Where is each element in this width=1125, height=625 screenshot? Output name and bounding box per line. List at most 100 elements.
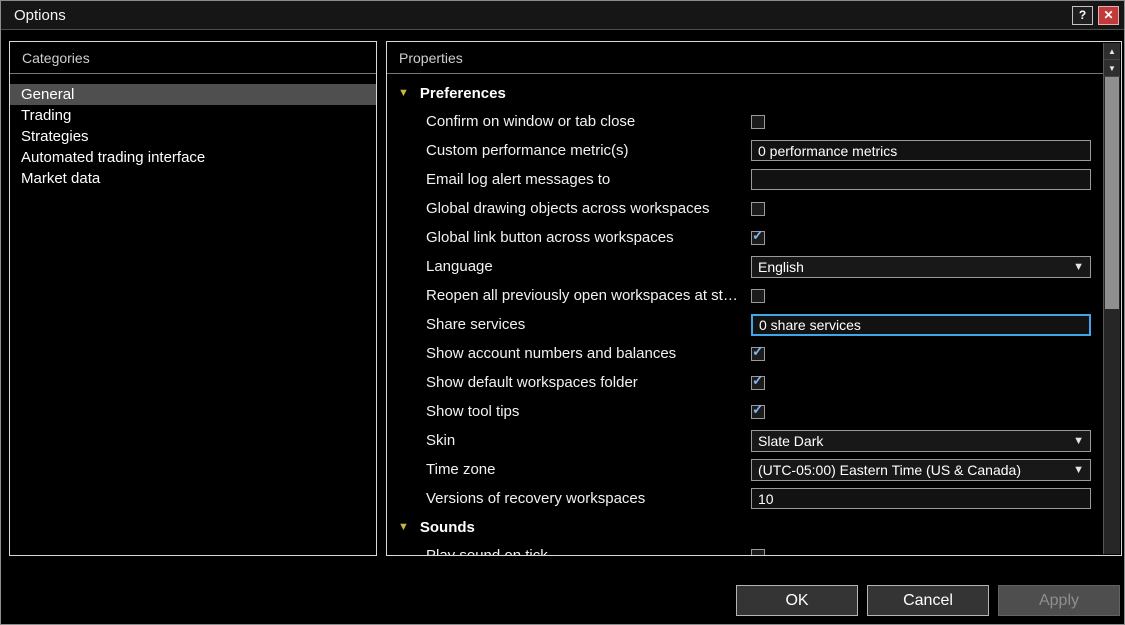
help-button[interactable]: ? <box>1072 5 1093 25</box>
check-icon: ✓ <box>752 400 764 417</box>
section-collapse-icon[interactable]: ▼ <box>398 87 409 99</box>
reopen-all-previously-open-workspaces-at-st-checkbox[interactable] <box>751 288 765 303</box>
property-control <box>751 194 1091 223</box>
property-row-email-log-alert-messages-to: Email log alert messages to <box>388 165 1105 194</box>
cancel-button[interactable]: Cancel <box>867 585 989 616</box>
property-control: Slate Dark ▼ <box>751 426 1091 455</box>
check-icon: ✓ <box>752 371 764 388</box>
skin-select[interactable]: Slate Dark ▼ <box>751 429 1091 452</box>
section-collapse-icon[interactable]: ▼ <box>398 521 409 533</box>
category-item-market-data[interactable]: Market data <box>10 168 376 189</box>
properties-scrollbar[interactable]: ▲ ▼ <box>1103 43 1120 554</box>
properties-panel: Properties ▼ Preferences Confirm on window… <box>386 41 1122 556</box>
category-item-general[interactable]: General <box>10 84 376 105</box>
play-sound-on-tick-checkbox[interactable] <box>751 548 765 555</box>
property-label: Global link button across workspaces <box>426 229 674 246</box>
chevron-down-icon: ▼ <box>1073 434 1084 447</box>
selected-value: Slate Dark <box>758 432 824 449</box>
property-control: ✓ <box>751 397 1091 426</box>
titlebar-buttons: ? ✕ <box>1072 5 1119 25</box>
property-label: Language <box>426 258 493 275</box>
chevron-down-icon: ▼ <box>1073 463 1084 476</box>
property-label: Versions of recovery workspaces <box>426 490 646 507</box>
property-row-confirm-on-window-or-tab-close: Confirm on window or tab close <box>388 107 1105 136</box>
selected-value: (UTC-05:00) Eastern Time (US & Canada) <box>758 461 1021 478</box>
property-label: Play sound on tick <box>388 547 548 555</box>
property-row-show-account-numbers-and-balances: Show account numbers and balances ✓ <box>388 339 1105 368</box>
property-label: Show tool tips <box>426 403 520 420</box>
property-row-custom-performance-metric-s: Custom performance metric(s) 0 performanc… <box>388 136 1105 165</box>
category-item-strategies[interactable]: Strategies <box>10 126 376 147</box>
versions-of-recovery-workspaces-field[interactable]: 10 <box>751 488 1091 509</box>
property-row-reopen-all-previously-open-workspaces-at-st: Reopen all previously open workspaces at… <box>388 281 1105 310</box>
share-services-field[interactable]: 0 share services <box>751 313 1091 336</box>
property-control <box>751 107 1091 136</box>
ok-button[interactable]: OK <box>736 585 858 616</box>
property-label: Reopen all previously open workspaces at… <box>426 287 738 304</box>
property-label: Custom performance metric(s) <box>426 142 629 159</box>
category-item-automated-trading-interface[interactable]: Automated trading interface <box>10 147 376 168</box>
property-control: 0 share services <box>751 310 1091 339</box>
section-title: Preferences <box>419 84 506 102</box>
show-default-workspaces-folder-checkbox[interactable]: ✓ <box>751 371 765 390</box>
help-icon: ? <box>1078 8 1087 22</box>
property-row-share-services: Share services 0 share services <box>388 310 1105 339</box>
property-row-global-link-button-across-workspaces: Global link button across workspaces ✓ <box>388 223 1105 252</box>
categories-list: General Trading Strategies Automated tradin… <box>10 74 376 189</box>
custom-performance-metric-s-field[interactable]: 0 performance metrics <box>751 140 1091 161</box>
property-control: ✓ <box>751 339 1091 368</box>
language-select[interactable]: English ▼ <box>751 255 1091 278</box>
property-label: Time zone <box>426 461 496 478</box>
close-icon: ✕ <box>1103 8 1114 22</box>
property-control <box>751 541 1091 555</box>
scrollbar-thumb[interactable] <box>1105 77 1119 309</box>
field-value: 0 performance metrics <box>758 142 898 159</box>
section-title: Sounds <box>419 518 475 536</box>
time-zone-select[interactable]: (UTC-05:00) Eastern Time (US & Canada) ▼ <box>751 458 1091 481</box>
scroll-up-button[interactable]: ▲ <box>1104 43 1120 60</box>
properties-content: ▼ Preferences Confirm on window or tab clo… <box>388 74 1105 555</box>
window-title: Options <box>14 6 66 24</box>
property-label: Confirm on window or tab close <box>426 113 636 130</box>
category-item-trading[interactable]: Trading <box>10 105 376 126</box>
section-header-preferences[interactable]: ▼ Preferences <box>388 79 1105 107</box>
section-header-sounds[interactable]: ▼ Sounds <box>388 513 1105 541</box>
show-account-numbers-and-balances-checkbox[interactable]: ✓ <box>751 342 765 361</box>
property-row-language: Language English ▼ <box>388 252 1105 281</box>
property-control <box>751 281 1091 310</box>
options-dialog: Options ? ✕ Categories General Trading Str… <box>0 0 1125 625</box>
property-row-skin: Skin Slate Dark ▼ <box>388 426 1105 455</box>
property-label: Skin <box>426 432 456 449</box>
property-row-global-drawing-objects-across-workspaces: Global drawing objects across workspaces <box>388 194 1105 223</box>
scroll-down-button[interactable]: ▼ <box>1104 60 1120 77</box>
titlebar[interactable]: Options ? ✕ <box>1 1 1124 30</box>
property-row-show-tool-tips: Show tool tips ✓ <box>388 397 1105 426</box>
property-row-play-sound-on-tick: Play sound on tick <box>388 541 1105 555</box>
field-value: 10 <box>758 490 774 507</box>
property-row-show-default-workspaces-folder: Show default workspaces folder ✓ <box>388 368 1105 397</box>
properties-header: Properties <box>387 42 1103 74</box>
property-row-versions-of-recovery-workspaces: Versions of recovery workspaces 10 <box>388 484 1105 513</box>
check-icon: ✓ <box>752 226 764 243</box>
global-drawing-objects-across-workspaces-checkbox[interactable] <box>751 201 765 216</box>
property-control <box>751 165 1091 194</box>
confirm-on-window-or-tab-close-checkbox[interactable] <box>751 114 765 129</box>
property-label: Email log alert messages to <box>426 171 611 188</box>
property-control: (UTC-05:00) Eastern Time (US & Canada) ▼ <box>751 455 1091 484</box>
property-label: Global drawing objects across workspaces <box>426 200 710 217</box>
property-label: Share services <box>426 316 526 333</box>
close-button[interactable]: ✕ <box>1098 5 1119 25</box>
arrow-up-icon: ▲ <box>1108 46 1116 56</box>
property-row-time-zone: Time zone (UTC-05:00) Eastern Time (US & … <box>388 455 1105 484</box>
arrow-down-icon: ▼ <box>1108 63 1116 73</box>
categories-panel: Categories General Trading Strategies Autom… <box>9 41 377 556</box>
show-tool-tips-checkbox[interactable]: ✓ <box>751 400 765 419</box>
categories-header: Categories <box>10 42 376 74</box>
email-log-alert-messages-to-field[interactable] <box>751 169 1091 190</box>
apply-button[interactable]: Apply <box>998 585 1120 616</box>
property-label: Show account numbers and balances <box>426 345 677 362</box>
global-link-button-across-workspaces-checkbox[interactable]: ✓ <box>751 226 765 245</box>
check-icon: ✓ <box>752 342 764 359</box>
property-control: English ▼ <box>751 252 1091 281</box>
chevron-down-icon: ▼ <box>1073 260 1084 273</box>
